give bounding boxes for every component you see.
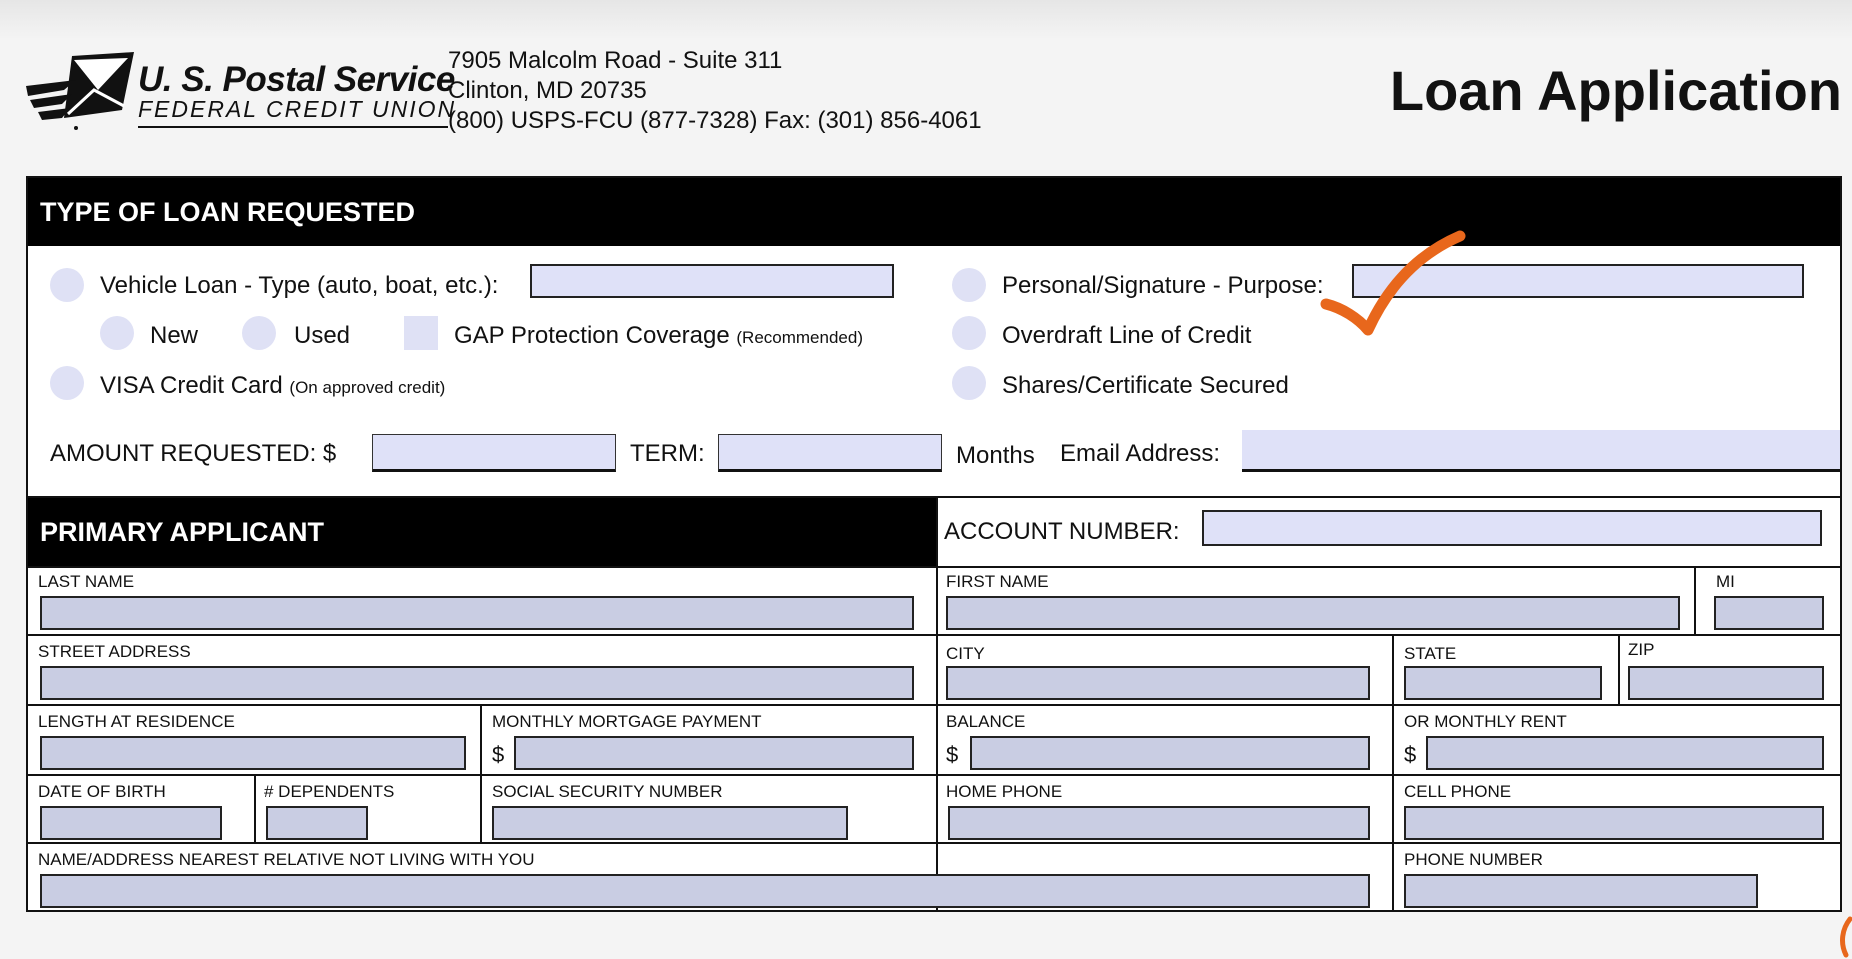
balance-field[interactable] bbox=[970, 736, 1370, 770]
ssn-field[interactable] bbox=[492, 806, 848, 840]
last-name-label: LAST NAME bbox=[38, 572, 135, 591]
middle-initial-label: MI bbox=[1716, 572, 1735, 591]
first-name-label: FIRST NAME bbox=[946, 572, 1049, 591]
eagle-envelope-logo-icon bbox=[26, 52, 134, 130]
section-header-loan-type: TYPE OF LOAN REQUESTED bbox=[28, 178, 1840, 246]
length-at-residence-label: LENGTH AT RESIDENCE bbox=[38, 712, 235, 731]
relative-phone-field[interactable] bbox=[1404, 874, 1758, 908]
amount-requested-field[interactable] bbox=[372, 434, 616, 472]
grid-line bbox=[28, 634, 1840, 636]
home-phone-field[interactable] bbox=[948, 806, 1370, 840]
rent-dollar-sign: $ bbox=[1404, 742, 1417, 767]
gap-protection-label: GAP Protection Coverage (Recommended) bbox=[454, 322, 863, 350]
visa-card-note: (On approved credit) bbox=[289, 378, 446, 397]
monthly-rent-field[interactable] bbox=[1426, 736, 1824, 770]
visa-card-text: VISA Credit Card bbox=[100, 372, 283, 399]
grid-line bbox=[1618, 634, 1620, 704]
nearest-relative-label: NAME/ADDRESS NEAREST RELATIVE NOT LIVING… bbox=[38, 850, 535, 869]
term-label: TERM: bbox=[630, 440, 705, 467]
vehicle-loan-radio[interactable] bbox=[50, 268, 84, 302]
new-vehicle-label: New bbox=[150, 322, 199, 349]
zip-label: ZIP bbox=[1628, 640, 1655, 659]
grid-line bbox=[480, 704, 482, 842]
middle-initial-field[interactable] bbox=[1714, 596, 1824, 630]
credit-union-address: 7905 Malcolm Road - Suite 311 Clinton, M… bbox=[448, 46, 982, 136]
vehicle-type-field[interactable] bbox=[530, 264, 894, 298]
section-title-loan-type: TYPE OF LOAN REQUESTED bbox=[40, 196, 416, 227]
grid-line bbox=[936, 498, 938, 910]
balance-dollar-sign: $ bbox=[946, 742, 959, 767]
section-title-primary-applicant: PRIMARY APPLICANT bbox=[40, 516, 325, 547]
dependents-label: # DEPENDENTS bbox=[264, 782, 395, 801]
monthly-mortgage-field[interactable] bbox=[514, 736, 914, 770]
personal-loan-radio[interactable] bbox=[952, 268, 986, 302]
orange-corner-mark-icon bbox=[1840, 916, 1852, 958]
address-line-1: 7905 Malcolm Road - Suite 311 bbox=[448, 47, 783, 74]
personal-loan-label: Personal/Signature - Purpose: bbox=[1002, 272, 1324, 299]
account-number-label: ACCOUNT NUMBER: bbox=[944, 518, 1180, 545]
section-header-primary-applicant: PRIMARY APPLICANT bbox=[28, 498, 936, 566]
monthly-mortgage-label: MONTHLY MORTGAGE PAYMENT bbox=[492, 712, 762, 731]
used-vehicle-label: Used bbox=[294, 322, 351, 349]
document-title: Loan Application bbox=[1389, 59, 1842, 122]
grid-line bbox=[28, 566, 1840, 568]
address-line-3: (800) USPS-FCU (877-7328) Fax: (301) 856… bbox=[448, 107, 982, 134]
grid-line bbox=[28, 704, 1840, 706]
vehicle-loan-label: Vehicle Loan - Type (auto, boat, etc.): bbox=[100, 272, 499, 299]
overdraft-radio[interactable] bbox=[952, 316, 986, 350]
email-label: Email Address: bbox=[1060, 440, 1221, 467]
grid-line bbox=[28, 774, 1840, 776]
dependents-field[interactable] bbox=[266, 806, 368, 840]
nearest-relative-field[interactable] bbox=[40, 874, 1370, 908]
logo-rule bbox=[138, 126, 448, 128]
visa-card-label: VISA Credit Card (On approved credit) bbox=[100, 372, 445, 400]
state-label: STATE bbox=[1404, 644, 1457, 663]
mortgage-dollar-sign: $ bbox=[492, 742, 505, 767]
cell-phone-field[interactable] bbox=[1404, 806, 1824, 840]
street-address-label: STREET ADDRESS bbox=[38, 642, 191, 661]
balance-label: BALANCE bbox=[946, 712, 1026, 731]
date-of-birth-label: DATE OF BIRTH bbox=[38, 782, 166, 801]
orange-checkmark-icon bbox=[1320, 230, 1466, 336]
overdraft-label: Overdraft Line of Credit bbox=[1002, 322, 1252, 349]
logo-subtitle: FEDERAL CREDIT UNION bbox=[138, 96, 457, 122]
gap-protection-checkbox[interactable] bbox=[404, 316, 438, 350]
grid-line bbox=[1392, 634, 1394, 910]
shares-secured-radio[interactable] bbox=[952, 366, 986, 400]
date-of-birth-field[interactable] bbox=[40, 806, 222, 840]
gap-protection-note: (Recommended) bbox=[736, 328, 863, 347]
visa-card-radio[interactable] bbox=[50, 366, 84, 400]
monthly-rent-label: OR MONTHLY RENT bbox=[1404, 712, 1567, 731]
loan-application-page: U. S. Postal Service FEDERAL CREDIT UNIO… bbox=[0, 0, 1852, 959]
relative-phone-label: PHONE NUMBER bbox=[1404, 850, 1543, 869]
gap-protection-text: GAP Protection Coverage bbox=[454, 322, 730, 349]
street-address-field[interactable] bbox=[40, 666, 914, 700]
email-field[interactable] bbox=[1242, 430, 1840, 472]
ssn-label: SOCIAL SECURITY NUMBER bbox=[492, 782, 723, 801]
loan-form: TYPE OF LOAN REQUESTED Vehicle Loan - Ty… bbox=[26, 176, 1842, 912]
length-at-residence-field[interactable] bbox=[40, 736, 466, 770]
home-phone-label: HOME PHONE bbox=[946, 782, 1063, 801]
last-name-field[interactable] bbox=[40, 596, 914, 630]
first-name-field[interactable] bbox=[946, 596, 1680, 630]
new-vehicle-radio[interactable] bbox=[100, 316, 134, 350]
credit-union-logo: U. S. Postal Service FEDERAL CREDIT UNIO… bbox=[24, 50, 455, 132]
logo-title: U. S. Postal Service bbox=[138, 60, 455, 99]
account-number-field[interactable] bbox=[1202, 510, 1822, 546]
city-label: CITY bbox=[946, 644, 985, 663]
grid-line bbox=[28, 842, 1840, 844]
grid-line bbox=[1694, 566, 1696, 634]
city-field[interactable] bbox=[946, 666, 1370, 700]
used-vehicle-radio[interactable] bbox=[242, 316, 276, 350]
zip-field[interactable] bbox=[1628, 666, 1824, 700]
grid-line bbox=[254, 774, 256, 842]
shares-secured-label: Shares/Certificate Secured bbox=[1002, 372, 1289, 399]
state-field[interactable] bbox=[1404, 666, 1602, 700]
months-label: Months bbox=[956, 442, 1035, 469]
term-field[interactable] bbox=[718, 434, 942, 472]
address-line-2: Clinton, MD 20735 bbox=[448, 77, 647, 104]
cell-phone-label: CELL PHONE bbox=[1404, 782, 1512, 801]
amount-requested-label: AMOUNT REQUESTED: $ bbox=[50, 440, 337, 467]
